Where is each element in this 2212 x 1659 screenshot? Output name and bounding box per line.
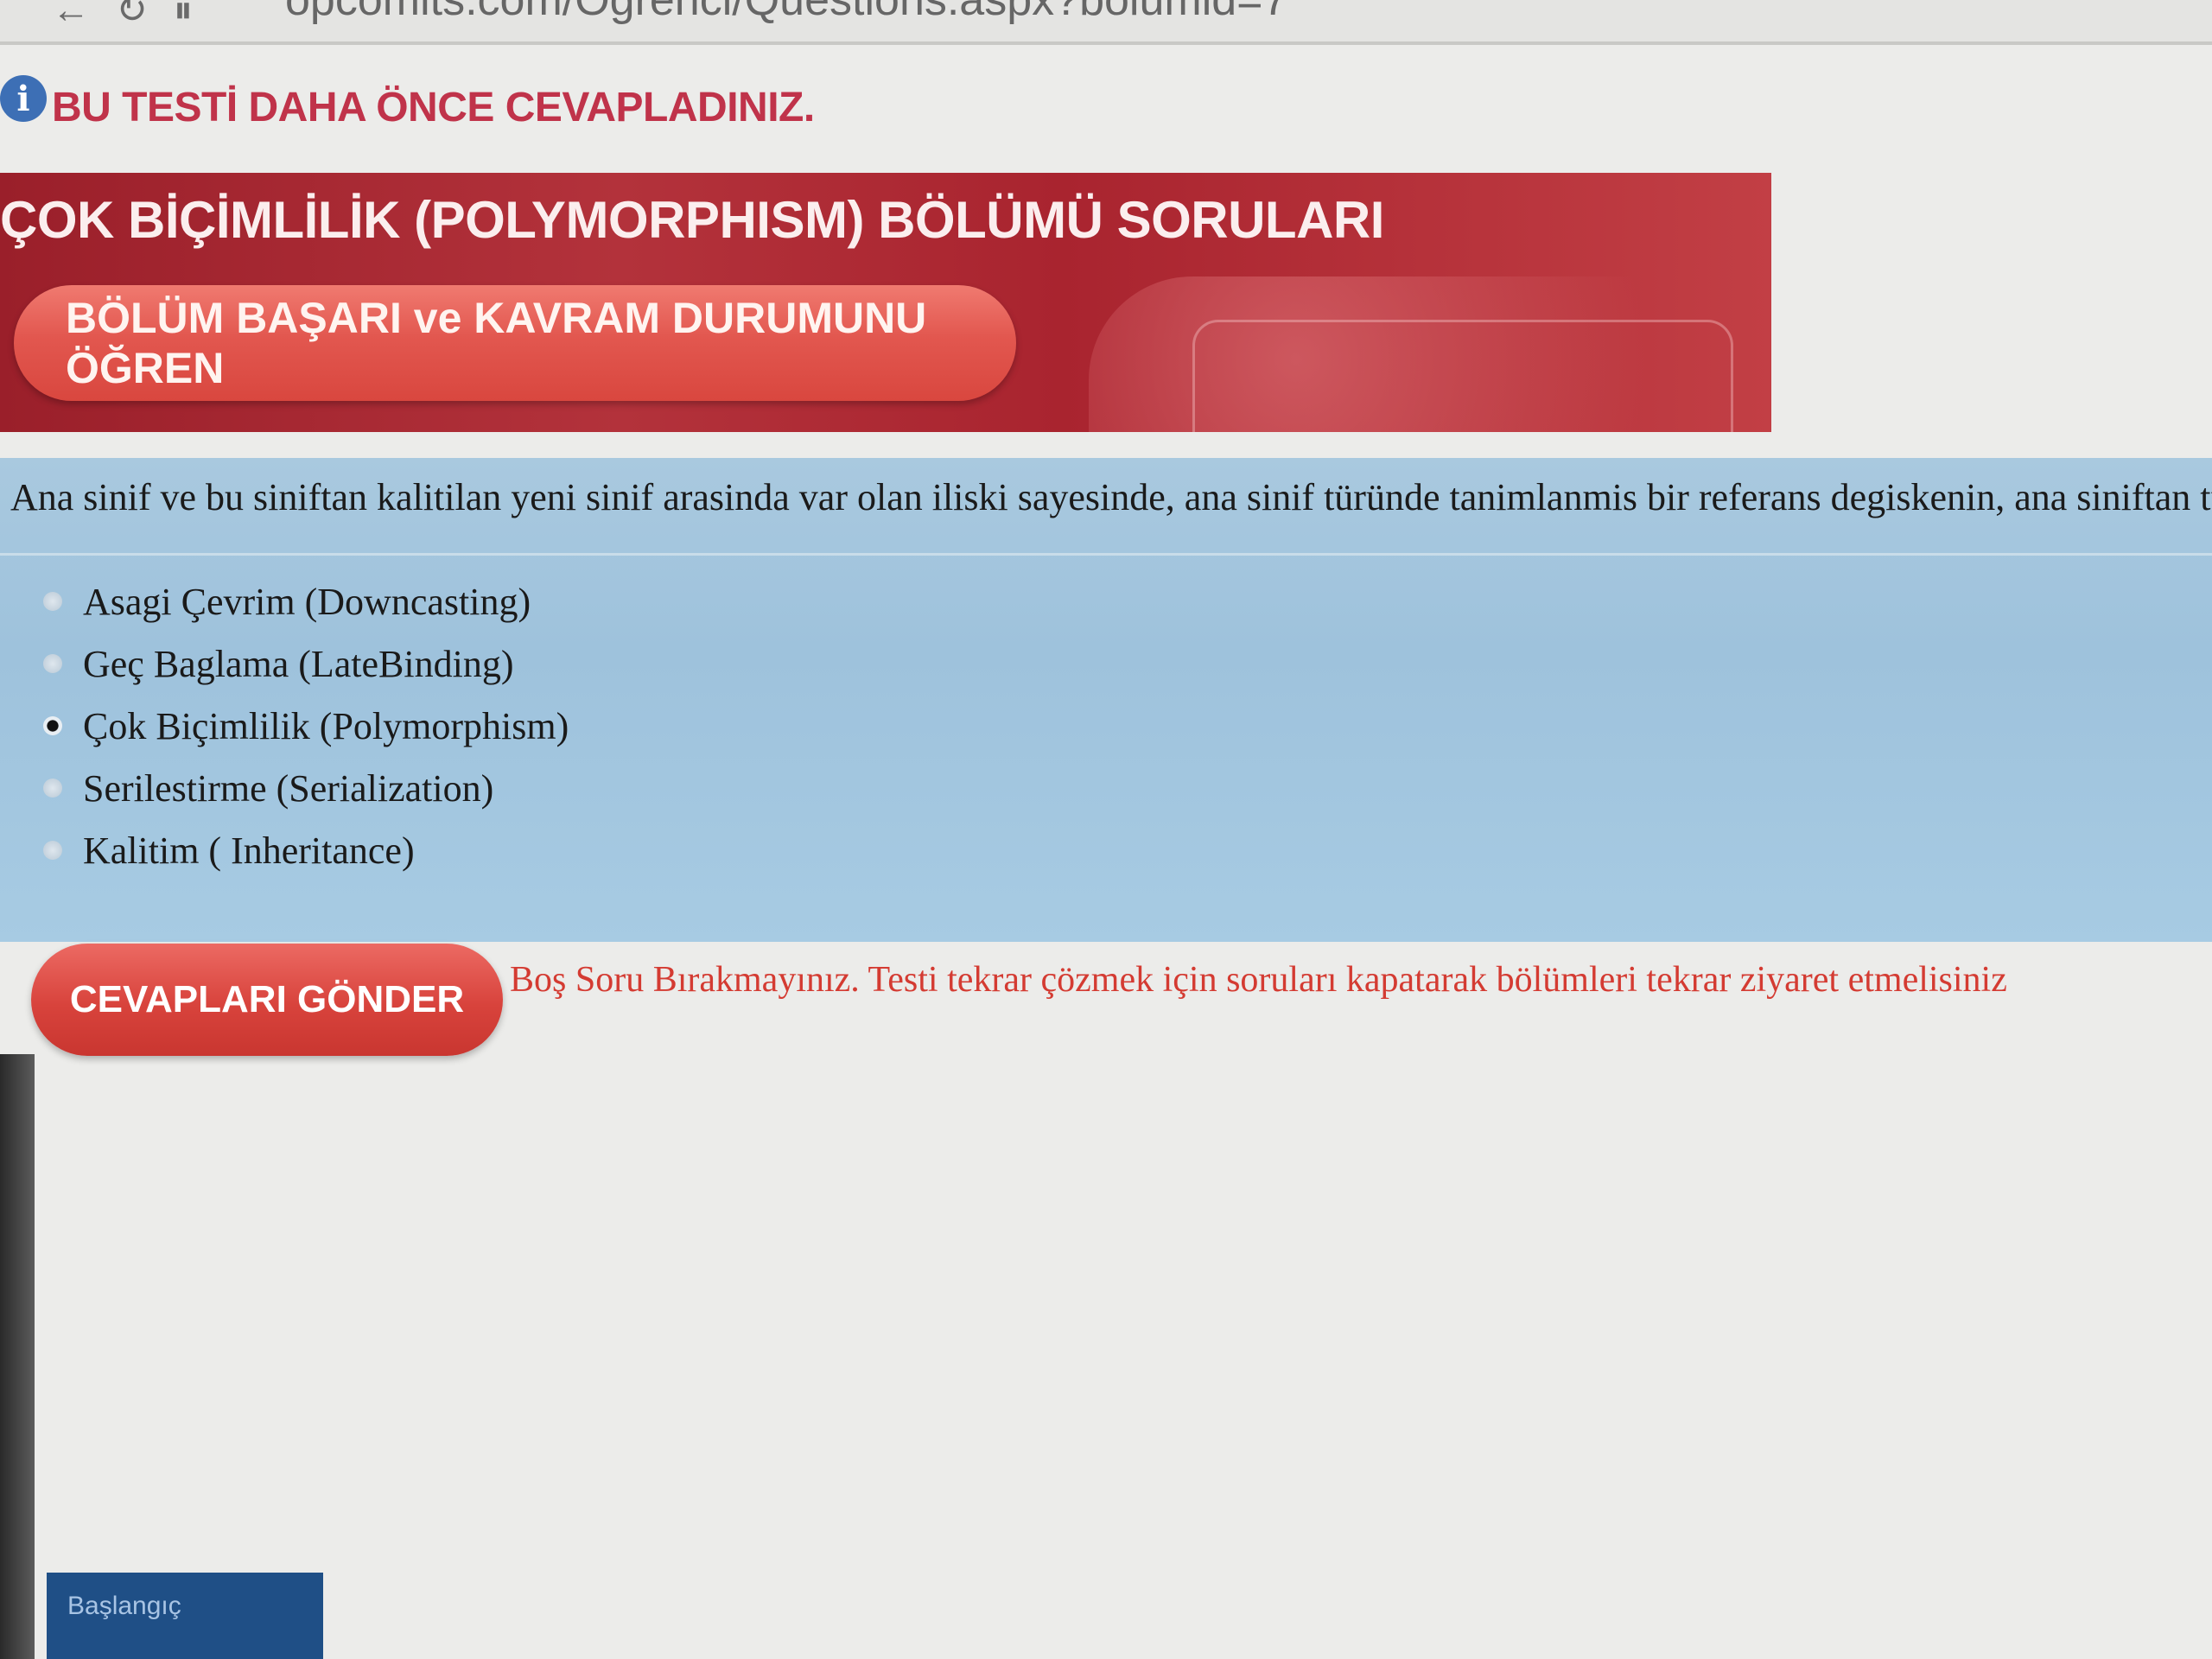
radio-button-selected[interactable] bbox=[43, 716, 62, 735]
option-label: Serilestirme (Serialization) bbox=[83, 766, 494, 810]
answered-notice: i BU TESTİ DAHA ÖNCE CEVAPLADINIZ. bbox=[0, 73, 815, 142]
back-icon[interactable]: ← bbox=[52, 0, 116, 31]
answer-option[interactable]: Serilestirme (Serialization) bbox=[43, 757, 569, 819]
answer-option[interactable]: Geç Baglama (LateBinding) bbox=[43, 632, 569, 695]
page-title: ÇOK BİÇİMLİLİK (POLYMORPHISM) BÖLÜMÜ SOR… bbox=[0, 191, 1384, 249]
section-banner: ÇOK BİÇİMLİLİK (POLYMORPHISM) BÖLÜMÜ SOR… bbox=[0, 173, 1771, 432]
screen-bezel bbox=[0, 1054, 35, 1659]
address-bar[interactable]: ←↻⏸ opcomits.com/Ogrenci/Questions.aspx?… bbox=[0, 0, 2212, 45]
option-label: Çok Biçimlilik (Polymorphism) bbox=[83, 704, 569, 747]
taskbar-start-button[interactable]: Başlangıç bbox=[47, 1573, 323, 1659]
radio-button[interactable] bbox=[43, 841, 62, 860]
answer-option[interactable]: Çok Biçimlilik (Polymorphism) bbox=[43, 695, 569, 757]
pause-icon[interactable]: ⏸ bbox=[174, 0, 219, 31]
reload-icon[interactable]: ↻ bbox=[116, 0, 174, 31]
learn-status-button[interactable]: BÖLÜM BAŞARI ve KAVRAM DURUMUNU ÖĞREN bbox=[14, 285, 1016, 401]
radio-button[interactable] bbox=[43, 592, 62, 611]
option-label: Geç Baglama (LateBinding) bbox=[83, 642, 514, 685]
separator bbox=[0, 553, 2212, 556]
answer-options: Asagi Çevrim (Downcasting) Geç Baglama (… bbox=[43, 570, 569, 881]
question-panel: Ana sinif ve bu siniftan kalitilan yeni … bbox=[0, 458, 2212, 942]
submit-answers-button[interactable]: CEVAPLARI GÖNDER bbox=[31, 944, 503, 1056]
browser-nav: ←↻⏸ bbox=[52, 0, 219, 32]
answer-option[interactable]: Asagi Çevrim (Downcasting) bbox=[43, 570, 569, 632]
option-label: Asagi Çevrim (Downcasting) bbox=[83, 580, 531, 623]
banner-decoration-frame bbox=[1192, 320, 1733, 432]
warning-text: Boş Soru Bırakmayınız. Testi tekrar çözm… bbox=[510, 960, 2007, 1000]
url-text[interactable]: opcomits.com/Ogrenci/Questions.aspx?bolu… bbox=[285, 0, 1287, 26]
notice-text: BU TESTİ DAHA ÖNCE CEVAPLADINIZ. bbox=[52, 84, 815, 130]
option-label: Kalitim ( Inheritance) bbox=[83, 829, 415, 872]
info-icon: i bbox=[0, 75, 47, 122]
radio-button[interactable] bbox=[43, 779, 62, 798]
question-text: Ana sinif ve bu siniftan kalitilan yeni … bbox=[10, 476, 2212, 518]
radio-button[interactable] bbox=[43, 654, 62, 673]
answer-option[interactable]: Kalitim ( Inheritance) bbox=[43, 819, 569, 881]
